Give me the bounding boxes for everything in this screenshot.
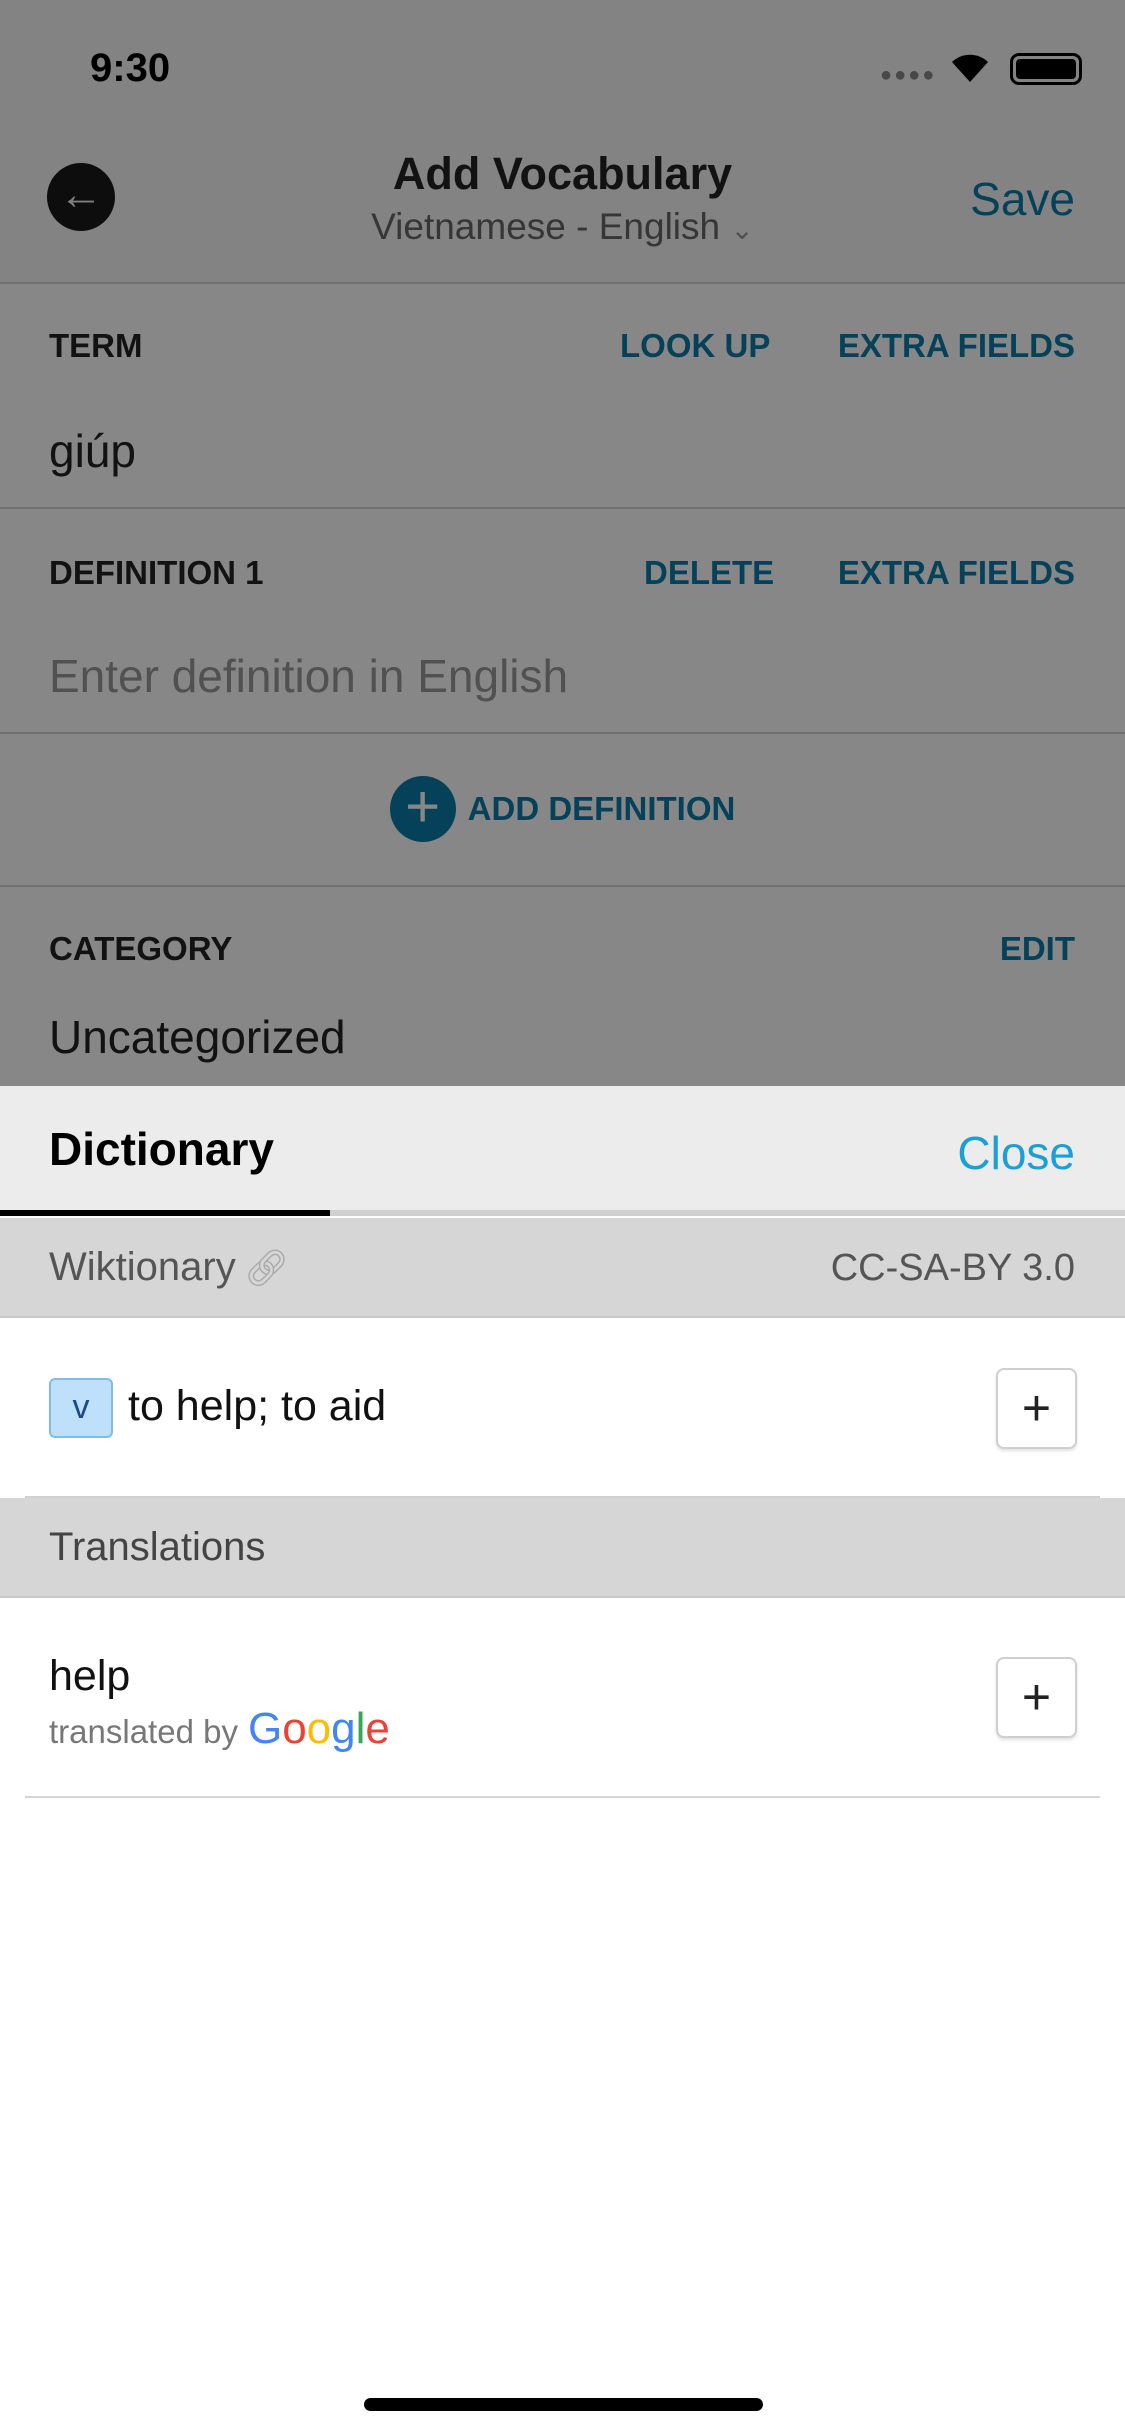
translation-credit: translated by Google <box>49 1704 390 1754</box>
list-item: help translated by Google + <box>0 1600 1125 1797</box>
link-icon: 🔗︎ <box>243 1246 290 1288</box>
plus-icon: + <box>1021 1669 1052 1725</box>
plus-icon: + <box>1021 1380 1052 1436</box>
google-logo: Google <box>247 1704 390 1753</box>
source-name: Wiktionary <box>49 1245 236 1289</box>
tab-indicator <box>0 1210 330 1216</box>
tab-dictionary[interactable]: Dictionary <box>49 1122 274 1176</box>
credit-text: translated by <box>49 1713 238 1750</box>
pos-badge: v <box>49 1378 113 1438</box>
modal-backdrop[interactable] <box>0 0 1125 1086</box>
translation-text: help <box>49 1652 131 1700</box>
divider <box>25 1796 1100 1798</box>
home-indicator[interactable] <box>364 2398 763 2411</box>
source-license: CC-SA-BY 3.0 <box>830 1247 1075 1289</box>
add-entry-button[interactable]: + <box>996 1368 1077 1449</box>
add-translation-button[interactable]: + <box>996 1657 1077 1738</box>
list-item: v to help; to aid + <box>0 1320 1125 1497</box>
entry-text: to help; to aid <box>128 1382 387 1430</box>
source-link[interactable]: Wiktionary 🔗︎ <box>49 1245 289 1290</box>
close-button[interactable]: Close <box>957 1126 1075 1180</box>
translations-title: Translations <box>49 1525 266 1569</box>
